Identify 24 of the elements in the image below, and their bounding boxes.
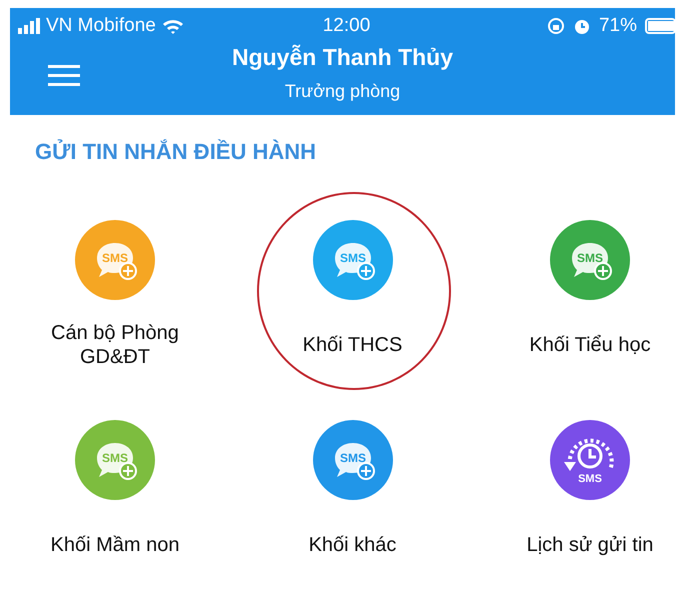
menu-item[interactable]: Cán bộ Phòng GD&ĐT xyxy=(30,320,200,370)
menu-icon[interactable] xyxy=(48,65,80,87)
menu-item[interactable]: Lịch sử gửi tin xyxy=(505,520,675,570)
user-role: Trưởng phòng xyxy=(284,81,400,102)
sms-bubble-icon: SMS xyxy=(312,420,392,500)
signal-icon xyxy=(18,18,40,34)
carrier-name: VN Mobifone xyxy=(46,15,156,37)
sms-bubble-icon: SMS xyxy=(75,220,155,300)
user-name: Nguyễn Thanh Thủy xyxy=(232,44,454,71)
alarm-icon xyxy=(572,17,591,35)
battery-icon xyxy=(645,18,675,34)
sms-bubble-icon: SMS xyxy=(75,420,155,500)
wifi-icon xyxy=(162,18,184,34)
section-title: GỬI TIN NHẮN ĐIỀU HÀNH xyxy=(35,139,318,165)
sms-bubble-icon: SMS xyxy=(312,220,392,300)
menu-item[interactable]: Khối Mầm non xyxy=(30,520,200,570)
menu-item[interactable]: Khối Tiểu học xyxy=(505,320,675,370)
clock-history-icon: SMS xyxy=(550,420,630,500)
menu-item[interactable]: Khối THCS xyxy=(268,320,438,370)
rotation-lock-icon xyxy=(546,17,565,35)
sms-bubble-icon: SMS xyxy=(550,220,630,300)
menu-item[interactable]: Khối khác xyxy=(268,520,438,570)
clock-time: 12:00 xyxy=(322,15,370,37)
battery-percent: 71% xyxy=(598,15,637,37)
